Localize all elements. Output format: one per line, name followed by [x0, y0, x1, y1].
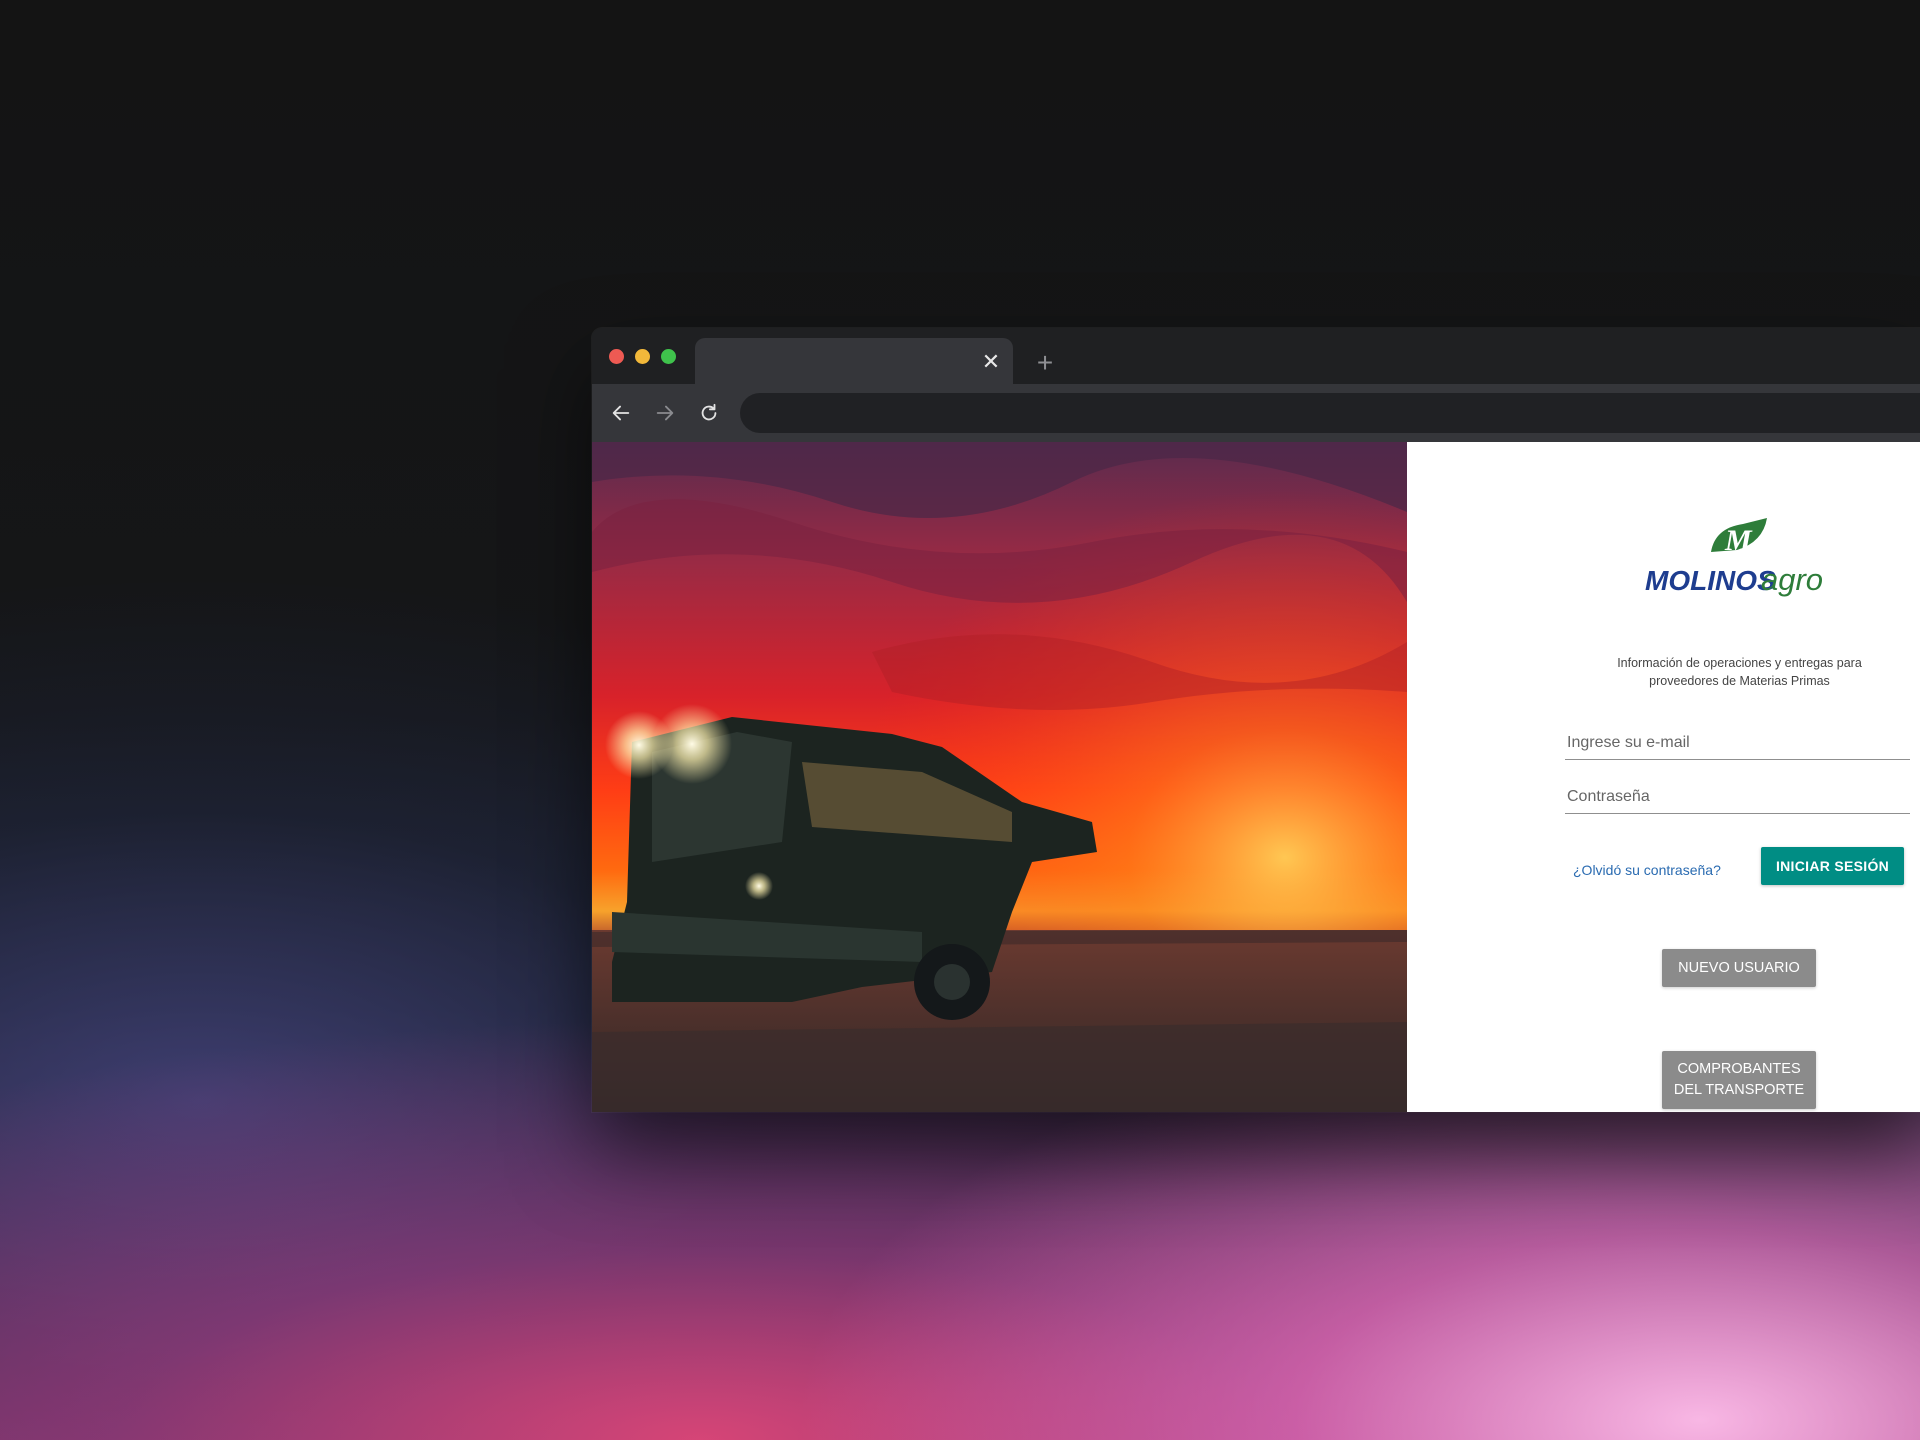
minimize-window-button[interactable]: [635, 349, 650, 364]
combine-harvester-image: [592, 442, 1407, 1112]
browser-toolbar: [592, 384, 1920, 442]
address-bar[interactable]: [740, 393, 1920, 433]
logo-monogram: M: [1724, 524, 1753, 557]
login-panel: M MOLINOS agro Información de operacione…: [1407, 442, 1920, 1112]
logo-wordmark-molinos: MOLINOS: [1645, 565, 1776, 596]
browser-tab[interactable]: ✕: [695, 338, 1013, 386]
email-field[interactable]: [1565, 726, 1910, 760]
close-tab-icon[interactable]: ✕: [979, 350, 1003, 374]
password-field[interactable]: [1565, 780, 1910, 814]
new-tab-icon[interactable]: +: [1030, 348, 1060, 378]
close-window-button[interactable]: [609, 349, 624, 364]
maximize-window-button[interactable]: [661, 349, 676, 364]
forward-arrow-icon[interactable]: [650, 398, 680, 428]
transport-receipts-button[interactable]: COMPROBANTES DEL TRANSPORTE: [1662, 1051, 1816, 1109]
new-user-button[interactable]: NUEVO USUARIO: [1662, 949, 1816, 987]
login-button[interactable]: INICIAR SESIÓN: [1761, 847, 1904, 885]
forgot-password-link[interactable]: ¿Olvidó su contraseña?: [1573, 862, 1721, 878]
page-subtitle: Información de operaciones y entregas pa…: [1617, 656, 1862, 688]
browser-window: ✕ + M MOLINOS agro Información de operac…: [592, 328, 1920, 1112]
reload-icon[interactable]: [694, 398, 724, 428]
title-bar: ✕ +: [592, 328, 1920, 386]
logo-wordmark-agro: agro: [1761, 562, 1823, 597]
back-arrow-icon[interactable]: [606, 398, 636, 428]
molinos-agro-logo: M MOLINOS agro: [1639, 510, 1839, 610]
page-content: M MOLINOS agro Información de operacione…: [592, 442, 1920, 1112]
